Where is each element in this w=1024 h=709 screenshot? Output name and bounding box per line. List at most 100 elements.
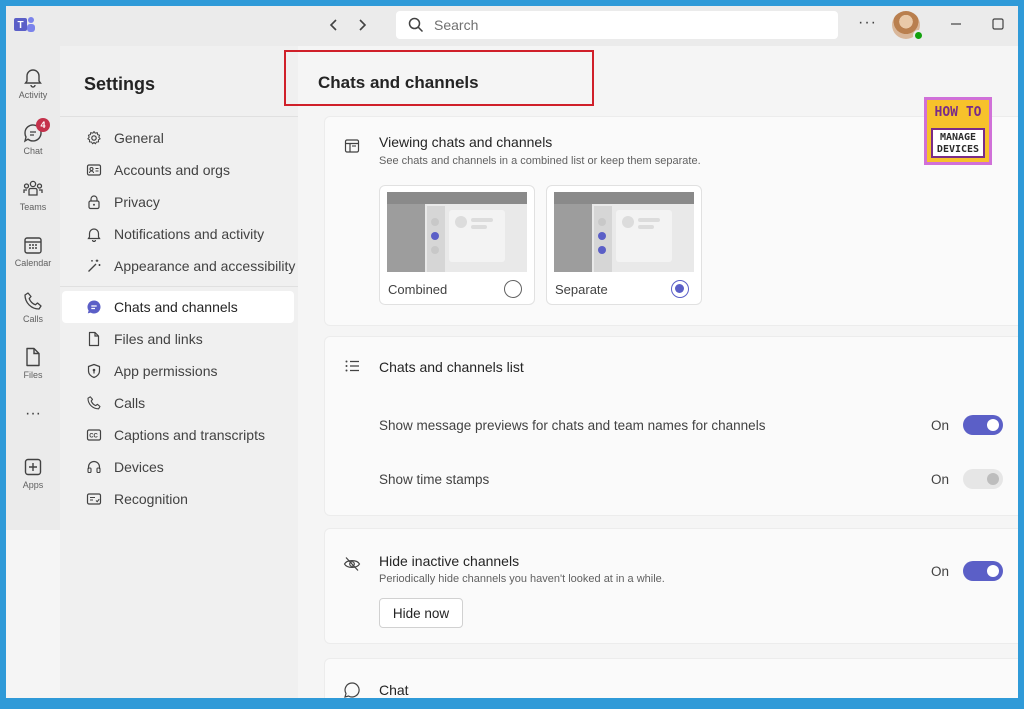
svg-text:T: T: [18, 20, 24, 31]
settings-title: Settings: [84, 74, 156, 94]
recognition-icon: [86, 493, 102, 505]
wand-icon: [88, 259, 101, 272]
file-icon: [88, 331, 100, 347]
apps-icon: [24, 458, 42, 476]
more-options-icon[interactable]: ···: [858, 14, 877, 32]
presence-available-icon: [913, 30, 924, 41]
search-bar[interactable]: [396, 11, 838, 39]
list-icon: [345, 360, 359, 372]
more-apps-icon[interactable]: ···: [6, 406, 60, 426]
how-to-manage-devices-logo: HOW TO MANAGE DEVICES: [924, 97, 992, 165]
time-stamps-toggle: [963, 469, 1003, 489]
settings-nav-calls[interactable]: Calls: [60, 387, 298, 419]
nav-label: Files and links: [114, 331, 203, 347]
nav-label: Recognition: [114, 491, 188, 507]
separate-thumbnail: [554, 192, 694, 272]
nav-label: Devices: [114, 459, 164, 475]
settings-content: Chats and channels Viewing chats and cha…: [284, 46, 1018, 698]
settings-nav: General Accounts and orgs Privacy Notifi…: [60, 122, 298, 515]
toggle-state: On: [931, 564, 950, 579]
list-heading: Chats and channels list: [379, 359, 524, 375]
rail-label: Activity: [18, 90, 48, 100]
nav-label: Calls: [114, 395, 146, 411]
headset-icon: [87, 460, 101, 474]
settings-nav-general[interactable]: General: [60, 122, 298, 154]
nav-label: General: [114, 130, 164, 146]
rail-item-activity[interactable]: Activity: [6, 66, 60, 114]
nav-label: App permissions: [114, 363, 218, 379]
forward-arrow-icon[interactable]: [352, 15, 372, 35]
settings-nav-captions[interactable]: CC Captions and transcripts: [60, 419, 298, 451]
phone-icon: [24, 292, 42, 310]
phone-icon: [87, 396, 101, 410]
title-bar: T ···: [6, 6, 1018, 46]
chat-icon: [344, 682, 360, 698]
rail-label: Chat: [23, 146, 43, 156]
inactive-channels-card: Hide inactive channels Periodically hide…: [324, 528, 1018, 644]
settings-nav-chats-and-channels[interactable]: Chats and channels: [62, 291, 294, 323]
rail-label: Calls: [22, 314, 43, 324]
inactive-subtitle: Periodically hide channels you haven't l…: [379, 573, 665, 585]
inactive-heading: Hide inactive channels: [379, 553, 520, 569]
rail-item-calendar[interactable]: Calendar: [6, 234, 60, 282]
chat-card: Chat: [324, 658, 1018, 698]
viewing-heading: Viewing chats and channels: [379, 134, 553, 150]
nav-label: Privacy: [114, 194, 160, 210]
nav-divider: [60, 286, 298, 287]
hide-now-button[interactable]: Hide now: [379, 598, 463, 628]
shield-icon: [87, 363, 101, 379]
combined-option[interactable]: Combined: [379, 185, 535, 305]
logo-text: DEVICES: [936, 144, 980, 155]
time-stamps-label: Show time stamps: [379, 472, 490, 487]
chat-bubble-icon: [87, 300, 101, 314]
settings-nav-app-permissions[interactable]: App permissions: [60, 355, 298, 387]
search-input[interactable]: [434, 17, 814, 33]
viewing-subtitle: See chats and channels in a combined lis…: [379, 155, 701, 167]
settings-nav-appearance[interactable]: Appearance and accessibility: [60, 250, 298, 282]
logo-box: MANAGE DEVICES: [931, 128, 985, 158]
bell-icon: [24, 69, 42, 88]
nav-label: Accounts and orgs: [114, 162, 230, 178]
toggle-state: On: [931, 418, 950, 433]
teams-logo-icon: T: [14, 17, 35, 32]
settings-nav-accounts[interactable]: Accounts and orgs: [60, 154, 298, 186]
divider: [60, 116, 298, 117]
viewing-card: Viewing chats and channels See chats and…: [324, 116, 1018, 326]
message-previews-label: Show message previews for chats and team…: [379, 418, 766, 433]
chats-list-card: Chats and channels list Show message pre…: [324, 336, 1018, 516]
search-icon: [408, 17, 424, 33]
settings-pane: Settings General Accounts and orgs Priva…: [60, 46, 298, 698]
maximize-icon[interactable]: [988, 14, 1008, 34]
chat-heading: Chat: [379, 682, 409, 698]
rail-item-teams[interactable]: Teams: [6, 178, 60, 226]
rail-item-calls[interactable]: Calls: [6, 290, 60, 338]
back-arrow-icon[interactable]: [324, 15, 344, 35]
rail-item-apps[interactable]: Apps: [6, 456, 60, 504]
option-label: Separate: [555, 282, 608, 297]
message-previews-toggle[interactable]: [963, 415, 1003, 435]
nav-label: Notifications and activity: [114, 226, 265, 242]
teams-window: T ··· Activity 4 C: [6, 6, 1018, 698]
calendar-icon: [24, 237, 42, 254]
settings-nav-recognition[interactable]: Recognition: [60, 483, 298, 515]
settings-nav-devices[interactable]: Devices: [60, 451, 298, 483]
rail-item-files[interactable]: Files: [6, 346, 60, 394]
settings-nav-privacy[interactable]: Privacy: [60, 186, 298, 218]
nav-label: Captions and transcripts: [114, 427, 265, 443]
bell-icon: [87, 228, 101, 242]
settings-nav-files-and-links[interactable]: Files and links: [60, 323, 298, 355]
lock-icon: [88, 195, 100, 210]
eye-off-icon: [343, 557, 361, 571]
rail-item-chat[interactable]: 4 Chat: [6, 118, 60, 170]
settings-nav-notifications[interactable]: Notifications and activity: [60, 218, 298, 250]
captions-icon: CC: [86, 429, 102, 441]
unread-badge: 4: [36, 118, 50, 132]
combined-radio[interactable]: [504, 280, 522, 298]
layout-icon: [344, 139, 360, 153]
hide-inactive-toggle[interactable]: [963, 561, 1003, 581]
minimize-icon[interactable]: [946, 14, 966, 34]
separate-radio[interactable]: [671, 280, 689, 298]
option-label: Combined: [388, 282, 448, 297]
separate-option[interactable]: Separate: [546, 185, 702, 305]
svg-text:CC: CC: [89, 434, 98, 440]
